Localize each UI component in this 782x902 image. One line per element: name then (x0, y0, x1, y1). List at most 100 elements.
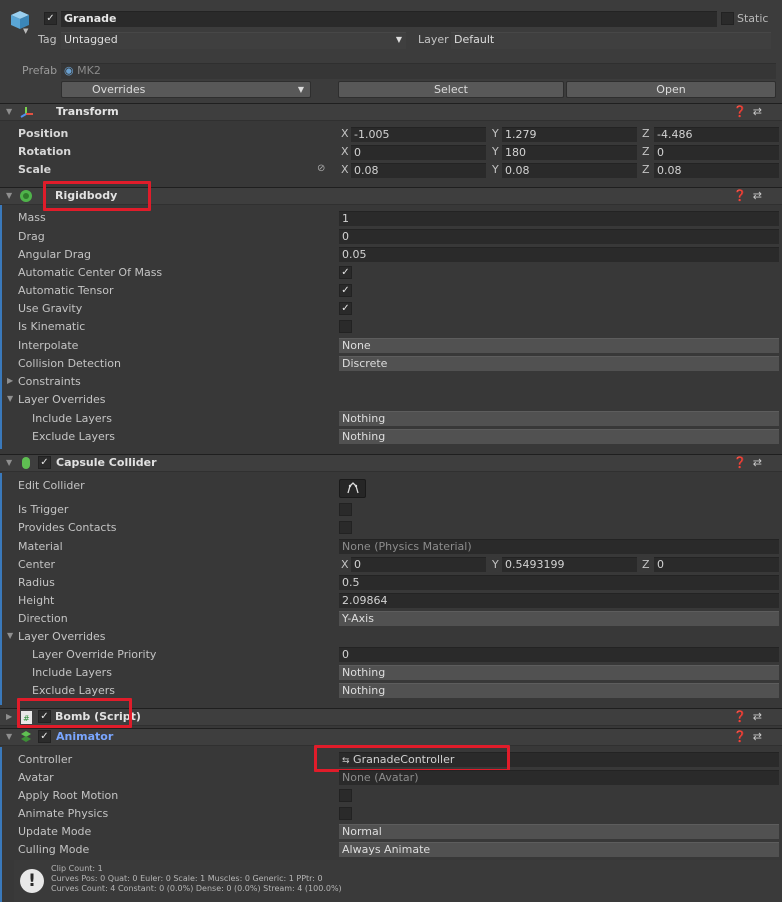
center-x[interactable]: 0 (351, 557, 486, 572)
link-icon[interactable]: ⊘ (317, 163, 325, 174)
material-field[interactable]: None (Physics Material) (339, 539, 779, 554)
center-y[interactable]: 0.5493199 (502, 557, 637, 572)
info-box: ! Clip Count: 1 Curves Pos: 0 Quat: 0 Eu… (14, 860, 782, 902)
radius-label: Radius (18, 576, 55, 589)
position-z[interactable]: -4.486 (654, 127, 779, 142)
highlight-bomb (17, 698, 132, 728)
edit-collider-button[interactable] (339, 479, 366, 498)
exclude-layers-dropdown[interactable]: Nothing (339, 429, 779, 444)
highlight-controller (314, 745, 510, 772)
angular-drag-field[interactable]: 0.05 (339, 247, 779, 262)
overrides-dropdown[interactable]: Overrides ▼ (61, 81, 311, 98)
include-layers-label: Include Layers (32, 412, 112, 425)
height-label: Height (18, 594, 55, 607)
include-layers-dropdown[interactable]: Nothing (339, 665, 779, 680)
scale-y[interactable]: 0.08 (502, 163, 637, 178)
tag-dropdown[interactable]: Untagged ▼ (61, 32, 406, 49)
is-trigger-checkbox[interactable] (339, 503, 352, 516)
scale-z[interactable]: 0.08 (654, 163, 779, 178)
culling-mode-dropdown[interactable]: Always Animate (339, 842, 779, 857)
info-line-1: Clip Count: 1 (51, 864, 103, 873)
layer-overrides-label[interactable]: Layer Overrides (18, 393, 106, 407)
fold-arrow-icon[interactable]: ▼ (7, 394, 13, 403)
rotation-x[interactable]: 0 (351, 145, 486, 160)
avatar-label: Avatar (18, 771, 54, 784)
help-settings-icons[interactable]: ❓⇄ (733, 103, 768, 121)
axis-z: Z (642, 127, 650, 140)
object-name-field[interactable]: Granade (61, 11, 717, 27)
position-y[interactable]: 1.279 (502, 127, 637, 142)
info-line-3: Curves Count: 4 Constant: 0 (0.0%) Dense… (51, 884, 342, 893)
provides-contacts-label: Provides Contacts (18, 521, 117, 534)
prefab-field[interactable]: ◉ MK2 (61, 63, 776, 79)
is-trigger-label: Is Trigger (18, 503, 69, 516)
drag-field[interactable]: 0 (339, 229, 779, 244)
axis-y: Y (492, 163, 499, 176)
interpolate-dropdown[interactable]: None (339, 338, 779, 353)
scale-x[interactable]: 0.08 (351, 163, 486, 178)
layer-label: Layer (418, 33, 449, 46)
use-gravity-checkbox[interactable]: ✓ (339, 302, 352, 315)
capsule-enabled-checkbox[interactable]: ✓ (38, 456, 51, 469)
help-settings-icons[interactable]: ❓⇄ (733, 187, 768, 205)
fold-arrow-icon[interactable]: ▼ (6, 454, 12, 472)
axis-z: Z (642, 558, 650, 571)
fold-arrow-icon[interactable]: ▼ (6, 187, 12, 205)
mass-field[interactable]: 1 (339, 211, 779, 226)
open-button[interactable]: Open (566, 81, 776, 98)
fold-arrow-icon[interactable]: ▼ (6, 103, 12, 121)
capsule-collider-title: Capsule Collider (56, 456, 157, 469)
prefab-icon: ◉ (64, 64, 74, 77)
rotation-y[interactable]: 180 (502, 145, 637, 160)
select-button[interactable]: Select (338, 81, 564, 98)
mass-label: Mass (18, 211, 46, 224)
animator-icon (19, 730, 33, 744)
include-layers-dropdown[interactable]: Nothing (339, 411, 779, 426)
auto-com-checkbox[interactable]: ✓ (339, 266, 352, 279)
animator-enabled-checkbox[interactable]: ✓ (38, 730, 51, 743)
prefab-value: MK2 (77, 64, 101, 77)
root-motion-label: Apply Root Motion (18, 789, 119, 802)
collision-dropdown[interactable]: Discrete (339, 356, 779, 371)
provides-contacts-checkbox[interactable] (339, 521, 352, 534)
animate-physics-checkbox[interactable] (339, 807, 352, 820)
static-checkbox[interactable] (721, 12, 734, 25)
priority-field[interactable]: 0 (339, 647, 779, 662)
position-x[interactable]: -1.005 (351, 127, 486, 142)
rigidbody-icon (19, 189, 33, 203)
fold-arrow-icon[interactable]: ▶ (7, 376, 13, 385)
avatar-field[interactable]: None (Avatar) (339, 770, 779, 785)
update-mode-label: Update Mode (18, 825, 92, 838)
rotation-z[interactable]: 0 (654, 145, 779, 160)
overrides-label: Overrides (92, 83, 146, 96)
axis-z: Z (642, 145, 650, 158)
center-z[interactable]: 0 (654, 557, 779, 572)
constraints-label[interactable]: Constraints (18, 375, 81, 389)
exclude-layers-dropdown[interactable]: Nothing (339, 683, 779, 698)
fold-arrow-icon[interactable]: ▼ (7, 631, 13, 640)
help-settings-icons[interactable]: ❓⇄ (733, 454, 768, 472)
auto-tensor-checkbox[interactable]: ✓ (339, 284, 352, 297)
info-line-2: Curves Pos: 0 Quat: 0 Euler: 0 Scale: 1 … (51, 874, 323, 883)
icon-dropdown-arrow[interactable]: ▼ (23, 27, 28, 35)
chevron-down-icon: ▼ (395, 35, 402, 44)
help-settings-icons[interactable]: ❓⇄ (733, 708, 768, 726)
drag-label: Drag (18, 230, 45, 243)
help-settings-icons[interactable]: ❓⇄ (733, 728, 768, 746)
is-kinematic-checkbox[interactable] (339, 320, 352, 333)
layer-dropdown[interactable]: Default (451, 32, 771, 49)
axis-x: X (341, 163, 349, 176)
capsule-collider-icon (20, 456, 32, 470)
fold-arrow-icon[interactable]: ▼ (6, 728, 12, 746)
root-motion-checkbox[interactable] (339, 789, 352, 802)
radius-field[interactable]: 0.5 (339, 575, 779, 590)
layer-overrides-label[interactable]: Layer Overrides (18, 630, 106, 644)
direction-dropdown[interactable]: Y-Axis (339, 611, 779, 626)
update-mode-dropdown[interactable]: Normal (339, 824, 779, 839)
animator-header[interactable] (0, 728, 782, 746)
height-field[interactable]: 2.09864 (339, 593, 779, 608)
animator-title: Animator (56, 730, 114, 743)
axis-x: X (341, 127, 349, 140)
fold-arrow-icon[interactable]: ▶ (6, 708, 12, 726)
active-checkbox[interactable]: ✓ (44, 12, 57, 25)
